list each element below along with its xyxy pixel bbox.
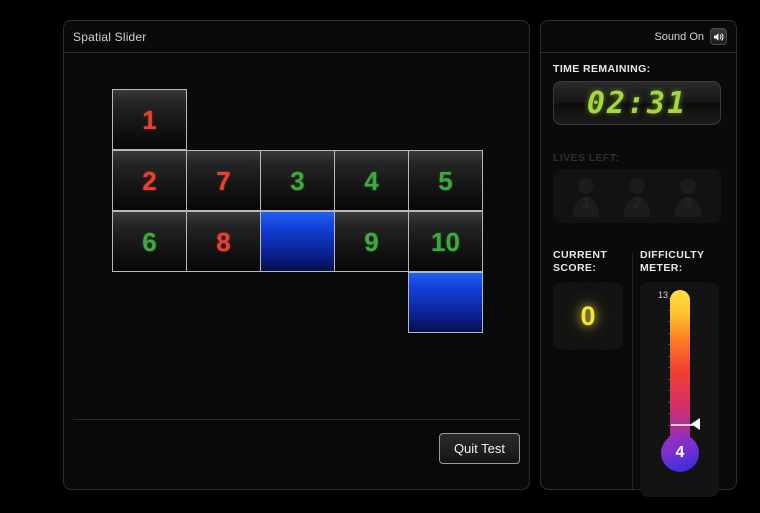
tile-number[interactable]: 8 — [186, 211, 261, 272]
life-icon: 1 — [568, 175, 604, 217]
page-title: Spatial Slider — [73, 29, 147, 44]
tile-label: 6 — [142, 226, 157, 257]
game-panel-header: Spatial Slider — [64, 21, 529, 53]
game-screen: Spatial Slider 1 2 7 3 4 5 6 8 9 10 Quit Test Sou… — [0, 0, 760, 513]
tile-blank[interactable] — [408, 272, 483, 333]
tile-number[interactable]: 6 — [112, 211, 187, 272]
thermometer-pointer[interactable] — [671, 418, 705, 430]
tile-label: 2 — [142, 165, 157, 196]
lives-left-label: Lives Left: — [553, 152, 620, 164]
time-remaining-label: Time Remaining: — [553, 63, 651, 75]
lives-left-section: Lives Left: 1 2 3 — [553, 152, 725, 223]
tile-label: 9 — [364, 226, 379, 257]
pointer-arrow-icon — [691, 418, 700, 430]
score-value: 0 — [580, 300, 596, 331]
speaker-on-icon[interactable] — [710, 28, 727, 45]
tile-label: 7 — [216, 165, 231, 196]
sound-toggle-button[interactable]: Sound On — [654, 28, 727, 45]
life-number: 3 — [683, 195, 693, 212]
difficulty-value: 4 — [675, 444, 685, 461]
lives-container: 1 2 3 — [553, 169, 721, 223]
game-panel: Spatial Slider 1 2 7 3 4 5 6 8 9 10 Quit Test — [63, 20, 530, 490]
game-footer: Quit Test — [73, 419, 520, 477]
difficulty-meter-label: Difficulty Meter: — [640, 249, 705, 274]
timer-value: 02:31 — [586, 85, 688, 121]
life-number: 1 — [581, 195, 591, 212]
current-score-section: Current Score: 0 — [553, 249, 631, 350]
time-remaining-section: Time Remaining: 02:31 — [553, 63, 725, 125]
tile-number[interactable]: 1 — [112, 89, 187, 150]
sound-toggle-label: Sound On — [654, 30, 704, 43]
status-panel: Sound On Time Remaining: 02:31 Lives Lef… — [540, 20, 737, 497]
tile-label: 1 — [142, 104, 157, 135]
scale-max-label: 13 — [657, 290, 668, 300]
tile-number[interactable]: 9 — [334, 211, 409, 272]
tile-label: 4 — [364, 165, 379, 196]
life-number: 2 — [632, 195, 642, 212]
tile-number[interactable]: 10 — [408, 211, 483, 272]
pointer-line — [671, 424, 693, 426]
tile-number[interactable]: 7 — [186, 150, 261, 211]
quit-test-button[interactable]: Quit Test — [438, 433, 520, 464]
status-panel-header: Sound On — [541, 21, 736, 53]
difficulty-meter-section: Difficulty Meter: 13 1 4 — [640, 249, 726, 497]
tile-blank[interactable] — [260, 211, 335, 272]
tile-number[interactable]: 2 — [112, 150, 187, 211]
timer-display: 02:31 — [553, 81, 721, 125]
tile-number[interactable]: 3 — [260, 150, 335, 211]
tile-label: 10 — [431, 226, 460, 257]
life-icon: 2 — [619, 175, 655, 217]
tile-label: 5 — [438, 165, 453, 196]
life-icon: 3 — [670, 175, 706, 217]
thermometer-gauge: 13 1 4 — [640, 282, 719, 497]
tile-number[interactable]: 5 — [408, 150, 483, 211]
tile-label: 3 — [290, 165, 305, 196]
tile-number[interactable]: 4 — [334, 150, 409, 211]
panel-divider — [632, 253, 633, 491]
tile-label: 8 — [216, 226, 231, 257]
thermometer-stem — [670, 290, 690, 450]
score-display: 0 — [553, 282, 623, 350]
thermometer-bulb: 4 — [661, 434, 699, 472]
current-score-label: Current Score: — [553, 249, 608, 274]
